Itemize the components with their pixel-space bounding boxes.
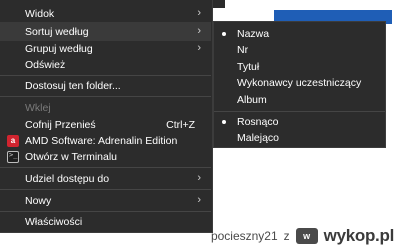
menu-separator [0, 189, 211, 190]
sort-submenu: Nazwa Nr Tytuł Wykonawcy uczestniczący A… [213, 21, 386, 148]
terminal-icon: >_ [7, 150, 19, 163]
menu-item-dostosuj-folder[interactable]: Dostosuj ten folder... [0, 76, 211, 95]
menu-item-otworz-terminal[interactable]: >_ Otwórz w Terminalu [0, 147, 211, 166]
chevron-right-icon: › [197, 25, 201, 37]
sort-order-malejaco[interactable]: Malejąco [214, 130, 385, 146]
menu-item-wlasciwosci[interactable]: Właściwości [0, 212, 211, 231]
menu-separator [0, 96, 211, 97]
sort-option-label: Album [237, 94, 267, 106]
sort-option-nr[interactable]: Nr [214, 42, 385, 58]
watermark-user: pocieszny21 [210, 229, 278, 243]
sort-option-label: Nr [237, 44, 249, 56]
sort-option-album[interactable]: Album [214, 92, 385, 108]
sort-option-label: Tytuł [237, 61, 260, 73]
selected-bullet-icon [222, 120, 226, 124]
menu-item-label: Nowy [25, 194, 52, 207]
chevron-right-icon: › [197, 7, 201, 19]
sort-option-label: Nazwa [237, 28, 270, 40]
menu-item-nowy[interactable]: Nowy › [0, 191, 211, 210]
chevron-right-icon: › [197, 172, 201, 184]
menu-item-label: Wklej [25, 101, 51, 114]
amd-logo-icon: a [7, 134, 19, 147]
menu-item-odswiez[interactable]: Odśwież [0, 55, 211, 74]
sort-order-rosnaco[interactable]: Rosnąco [214, 114, 385, 130]
menu-separator [0, 167, 211, 168]
menu-item-label: Cofnij Przenieś [25, 118, 96, 131]
sort-order-label: Rosnąco [237, 116, 279, 128]
menu-item-label: Sortuj według [25, 25, 89, 38]
watermark-site: wykop.pl [323, 226, 395, 245]
sort-option-label: Wykonawcy uczestniczący [237, 77, 362, 89]
watermark-separator: z [283, 229, 290, 243]
sort-option-tytul[interactable]: Tytuł [214, 59, 385, 75]
menu-item-label: Odśwież [25, 58, 66, 71]
menu-item-label: Grupuj według [25, 42, 93, 55]
menu-item-udziel-dostepu[interactable]: Udziel dostępu do › [0, 169, 211, 188]
selected-bullet-icon [222, 32, 226, 36]
watermark: pocieszny21 z w wykop.pl [211, 226, 394, 246]
menu-item-widok[interactable]: Widok › [0, 4, 211, 23]
chevron-right-icon: › [197, 194, 201, 206]
shortcut-label: Ctrl+Z [166, 118, 195, 131]
menu-item-label: AMD Software: Adrenalin Edition [25, 134, 178, 147]
sort-option-wykonawcy[interactable]: Wykonawcy uczestniczący [214, 75, 385, 91]
menu-item-label: Widok [25, 7, 55, 20]
chevron-right-icon: › [197, 42, 201, 54]
sort-option-nazwa[interactable]: Nazwa [214, 26, 385, 42]
menu-item-label: Właściwości [25, 215, 83, 228]
menu-item-label: Otwórz w Terminalu [25, 150, 117, 163]
submenu-separator [214, 111, 385, 112]
context-menu: Widok › Sortuj według › Grupuj według › … [0, 0, 213, 233]
wykop-logo-icon: w [295, 228, 318, 244]
sort-order-label: Malejąco [237, 132, 280, 144]
menu-item-label: Dostosuj ten folder... [25, 79, 121, 92]
menu-item-label: Udziel dostępu do [25, 172, 110, 185]
